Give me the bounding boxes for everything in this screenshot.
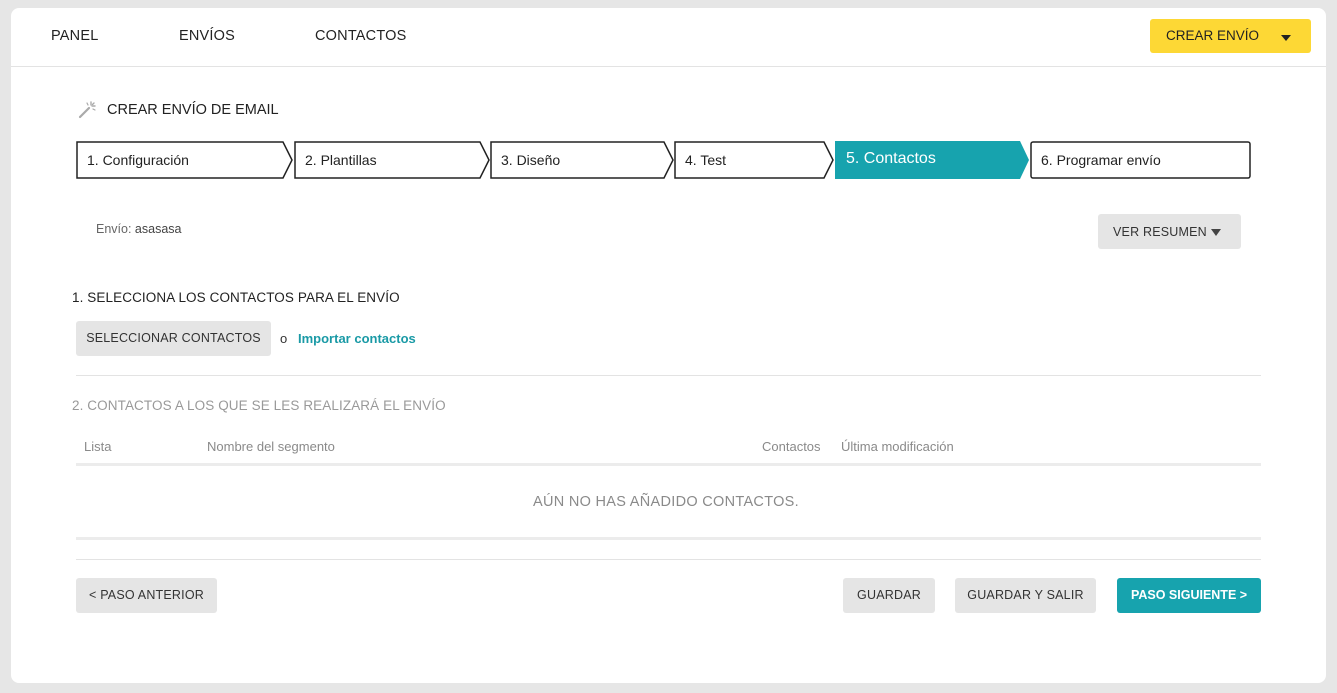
step-test[interactable]: 4. Test (674, 141, 834, 179)
nav-contactos[interactable]: CONTACTOS (315, 28, 407, 44)
import-contacts-link[interactable]: Importar contactos (298, 331, 416, 346)
page-title: CREAR ENVÍO DE EMAIL (107, 102, 279, 118)
top-navigation: PANEL ENVÍOS CONTACTOS CREAR ENVÍO (11, 8, 1326, 67)
step-diseno[interactable]: 3. Diseño (490, 141, 674, 179)
nav-panel[interactable]: PANEL (51, 28, 98, 44)
step-label: 4. Test (685, 152, 726, 168)
step-programar-envio[interactable]: 6. Programar envío (1030, 141, 1251, 179)
step-label: 2. Plantillas (305, 152, 377, 168)
step-configuracion[interactable]: 1. Configuración (76, 141, 293, 179)
section-contacts-list-title: 2. CONTACTOS A LOS QUE SE LES REALIZARÁ … (72, 398, 446, 413)
column-header-nombre-segmento: Nombre del segmento (207, 439, 335, 454)
empty-contacts-message: AÚN NO HAS AÑADIDO CONTACTOS. (533, 494, 799, 510)
step-label: 3. Diseño (501, 152, 561, 168)
create-envio-label: CREAR ENVÍO (1166, 28, 1260, 43)
select-contacts-button[interactable]: SELECCIONAR CONTACTOS (76, 321, 271, 356)
main-card: PANEL ENVÍOS CONTACTOS CREAR ENVÍO CREAR… (11, 8, 1326, 683)
ver-resumen-label: VER RESUMEN (1113, 225, 1207, 239)
table-bottom-divider (76, 537, 1261, 540)
nav-envios[interactable]: ENVÍOS (179, 28, 235, 44)
divider (76, 375, 1261, 376)
save-button[interactable]: GUARDAR (843, 578, 935, 613)
step-plantillas[interactable]: 2. Plantillas (294, 141, 490, 179)
table-header-divider (76, 463, 1261, 466)
save-and-exit-button[interactable]: GUARDAR Y SALIR (955, 578, 1096, 613)
or-text: o (280, 331, 288, 346)
section-select-contacts-title: 1. SELECCIONA LOS CONTACTOS PARA EL ENVÍ… (72, 290, 400, 305)
envio-prefix: Envío: (96, 222, 132, 236)
step-label: 1. Configuración (87, 152, 189, 168)
step-label: 5. Contactos (846, 150, 936, 167)
column-header-contactos: Contactos (762, 439, 821, 454)
caret-down-icon (1211, 229, 1221, 236)
previous-step-button[interactable]: < PASO ANTERIOR (76, 578, 217, 613)
caret-down-icon (1281, 35, 1291, 41)
magic-wand-icon (78, 101, 96, 119)
step-contactos[interactable]: 5. Contactos (835, 141, 1030, 179)
ver-resumen-button[interactable]: VER RESUMEN (1098, 214, 1241, 249)
envio-name-row: Envío: asasasa (96, 222, 181, 236)
step-label: 6. Programar envío (1041, 152, 1161, 168)
divider (76, 559, 1261, 560)
create-envio-button[interactable]: CREAR ENVÍO (1150, 19, 1311, 53)
column-header-ultima-modificacion: Última modificación (841, 439, 954, 454)
envio-name: asasasa (134, 222, 182, 236)
next-step-button[interactable]: PASO SIGUIENTE > (1117, 578, 1261, 613)
column-header-lista: Lista (84, 439, 112, 454)
